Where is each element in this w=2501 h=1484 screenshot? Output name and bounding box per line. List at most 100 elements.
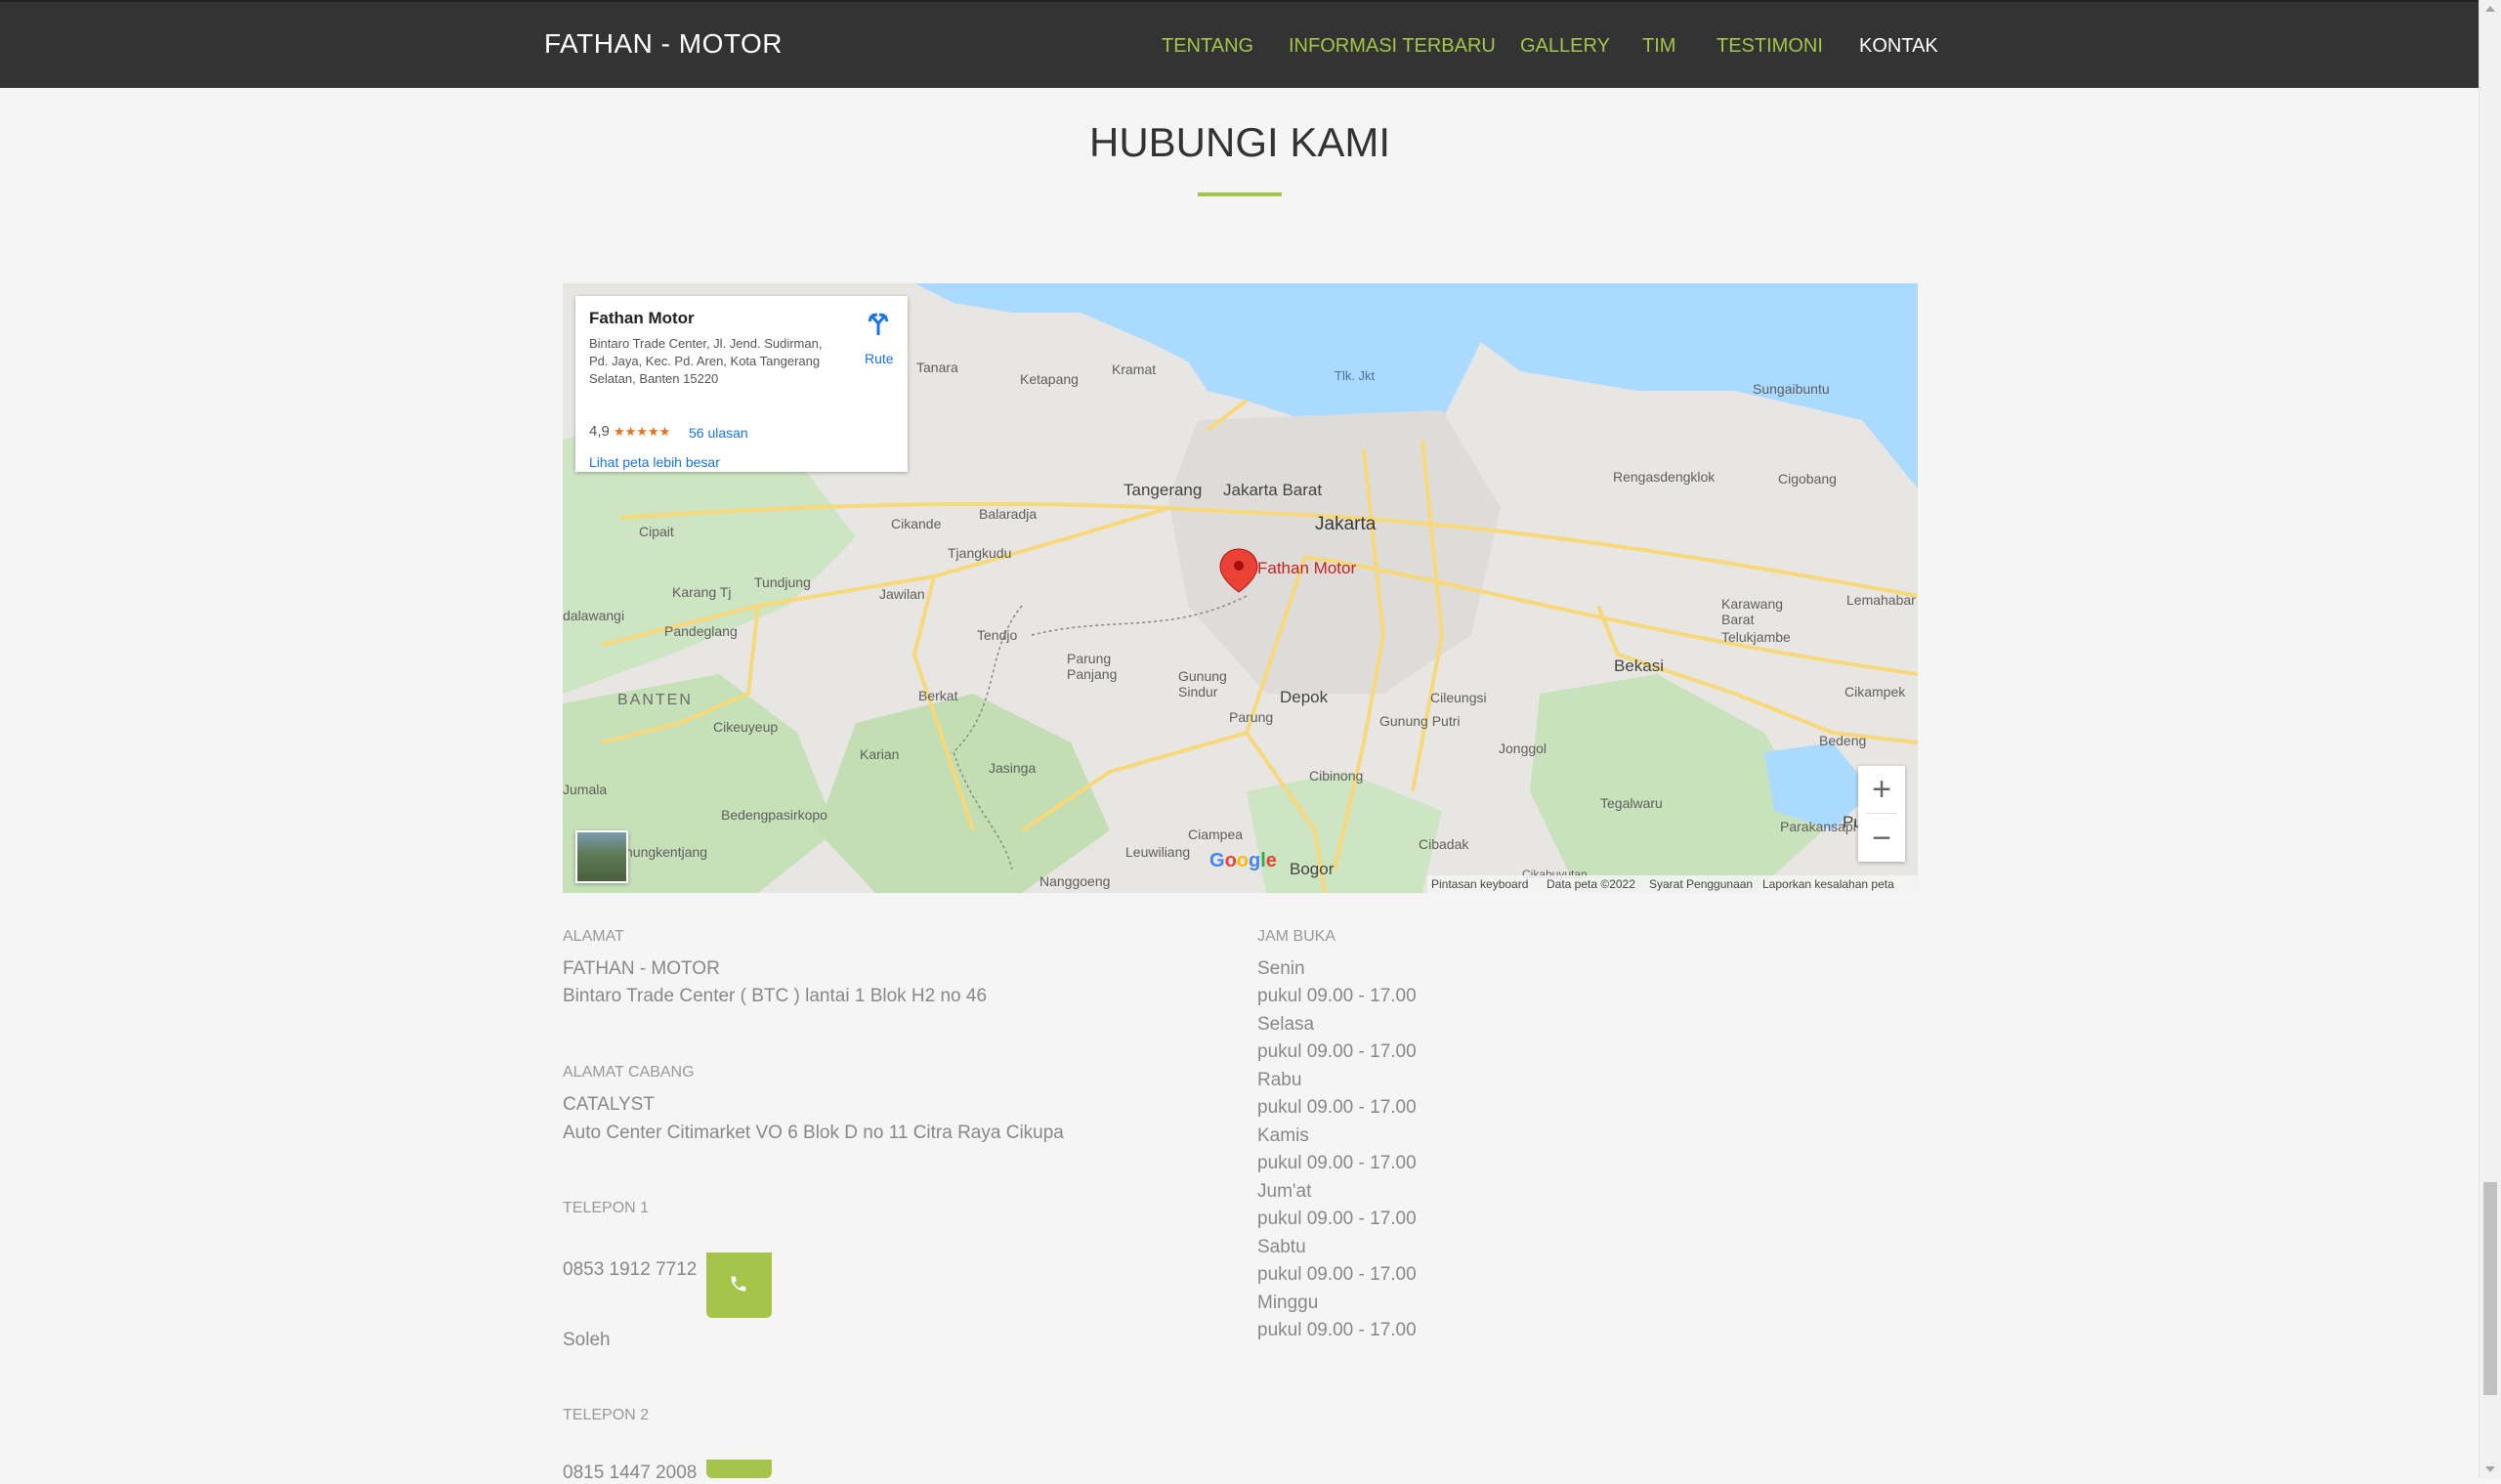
place-address: Bintaro Trade Center, Jl. Jend. Sudirman… [589, 336, 823, 386]
day-name: Selasa [1257, 1014, 1315, 1035]
map-label: Tendjo [977, 627, 1018, 643]
map-label: Cibinong [1309, 768, 1364, 784]
day-name: Minggu [1257, 1293, 1319, 1313]
nav-item-testimoni[interactable]: TESTIMONI [1717, 35, 1823, 58]
map-label: Cikampek [1844, 684, 1906, 700]
address-name: FATHAN - MOTOR [563, 958, 720, 979]
day-name: Rabu [1257, 1070, 1302, 1090]
title-underline [1198, 192, 1282, 196]
zoom-controls: + − [1858, 766, 1905, 862]
nav-item-kontak[interactable]: KONTAK [1859, 35, 1938, 58]
scroll-down-arrow-icon[interactable] [2485, 1466, 2495, 1472]
google-logo: Google [1209, 850, 1277, 871]
map-label: Ciampea [1188, 827, 1244, 842]
phone1-label: TELEPON 1 [563, 1200, 650, 1216]
branch-address-line: Auto Center Citimarket VO 6 Blok D no 11… [563, 1123, 1064, 1143]
nav-item-gallery[interactable]: GALLERY [1520, 35, 1610, 58]
map-label: Tegalwaru [1600, 795, 1663, 811]
phone1-number: 0853 1912 7712 [563, 1259, 698, 1280]
map-label: dalawangi [563, 608, 625, 623]
satellite-toggle-thumbnail[interactable] [575, 830, 628, 883]
zoom-out-button[interactable]: − [1858, 815, 1905, 862]
page-scrollbar[interactable] [2479, 0, 2501, 1478]
map-label: Gunung Sindur [1178, 668, 1227, 700]
branch-address-label: ALAMAT CABANG [563, 1064, 695, 1081]
scroll-up-arrow-icon[interactable] [2485, 6, 2495, 12]
map-label: BANTEN [617, 692, 693, 708]
map-pin-label[interactable]: Fathan Motor [1257, 559, 1356, 578]
view-larger-map-link[interactable]: Lihat peta lebih besar [589, 454, 720, 470]
map-label: Ketapang [1020, 371, 1079, 387]
map-label: Tjangkudu [948, 545, 1012, 561]
map-label: Jawilan [879, 586, 925, 602]
map-label: Bogor [1290, 860, 1335, 878]
map-label: Tlk. Jkt [1335, 368, 1376, 383]
day-name: Jum'at [1257, 1181, 1312, 1202]
directions-link[interactable]: Rute [865, 351, 894, 366]
day-name: Senin [1257, 958, 1305, 979]
phone2-label: TELEPON 2 [563, 1407, 650, 1423]
day-hours: pukul 09.00 - 17.00 [1257, 1041, 1417, 1062]
map-label: Kramat [1112, 361, 1157, 377]
map-attribution: Pintasan keyboard Data peta ©2022 Syarat… [1427, 875, 1918, 893]
map-label: Gunung Putri [1379, 713, 1461, 729]
map-label: Jasinga [989, 760, 1037, 776]
directions-icon[interactable] [866, 310, 891, 335]
map-label: Bedengpasirkopo [721, 807, 827, 823]
rating-value: 4,9 [589, 423, 610, 440]
phone-icon [731, 1276, 746, 1292]
map-label: Tangerang [1123, 481, 1203, 499]
map-label: Balaradja [979, 506, 1038, 522]
map-label: nungkentjang [625, 844, 708, 860]
day-hours: pukul 09.00 - 17.00 [1257, 1097, 1417, 1118]
place-info-card: Fathan Motor Bintaro Trade Center, Jl. J… [575, 296, 908, 472]
map-label: Cipait [639, 524, 674, 539]
map-label: Jumala [563, 782, 608, 797]
day-hours: pukul 09.00 - 17.00 [1257, 1264, 1417, 1285]
map-label: Tundjung [754, 574, 811, 590]
map-label: Lemahabar [1846, 592, 1916, 608]
reviews-link[interactable]: 56 ulasan [689, 425, 748, 441]
place-name: Fathan Motor [589, 309, 695, 327]
map-label: Karang Tj [672, 584, 732, 600]
map-label: Cileungsi [1430, 690, 1487, 705]
call-phone1-button[interactable] [706, 1252, 772, 1318]
map-label: Nanggoeng [1039, 873, 1111, 889]
map-label: Leuwiliang [1125, 844, 1191, 860]
day-hours: pukul 09.00 - 17.00 [1257, 986, 1417, 1006]
map-label: Parung Panjang [1067, 651, 1118, 682]
map-label: Cikeuyeup [713, 719, 779, 735]
zoom-in-button[interactable]: + [1858, 766, 1905, 813]
star-rating-icon: ★★★★★ [614, 424, 671, 439]
google-map[interactable]: Tanara Ketapang Kramat Tlk. Jkt Sungaibu… [563, 283, 1918, 893]
phone1-contact-name: Soleh [563, 1330, 611, 1350]
map-label: Bekasi [1614, 657, 1665, 675]
nav-item-tim[interactable]: TIM [1642, 35, 1675, 58]
terms-link[interactable]: Syarat Penggunaan [1649, 877, 1753, 891]
map-label: Parung [1229, 709, 1274, 725]
day-name: Sabtu [1257, 1237, 1306, 1257]
nav-item-tentang[interactable]: TENTANG [1162, 35, 1253, 58]
nav-item-informasi-terbaru[interactable]: INFORMASI TERBARU [1289, 35, 1496, 58]
place-rating: 4,9 ★★★★★ [589, 423, 670, 440]
map-label: Cigobang [1778, 471, 1837, 487]
zoom-divider [1866, 813, 1897, 814]
map-label: Cikande [891, 516, 942, 531]
address-line: Bintaro Trade Center ( BTC ) lantai 1 Bl… [563, 986, 988, 1006]
day-hours: pukul 09.00 - 17.00 [1257, 1320, 1417, 1340]
map-label: Karawang Barat [1721, 596, 1784, 627]
map-label: Tanara [916, 360, 958, 375]
map-label: Pandeglang [664, 623, 738, 639]
map-label: Karian [860, 746, 900, 762]
report-error-link[interactable]: Laporkan kesalahan peta [1762, 877, 1894, 891]
opening-hours-label: JAM BUKA [1257, 928, 1336, 945]
brand-logo[interactable]: FATHAN - MOTOR [544, 28, 783, 60]
branch-name: CATALYST [563, 1094, 655, 1115]
map-label: Berkat [918, 688, 958, 703]
day-hours: pukul 09.00 - 17.00 [1257, 1208, 1417, 1229]
keyboard-shortcuts-link[interactable]: Pintasan keyboard [1431, 877, 1528, 891]
map-label: Jakarta Barat [1223, 481, 1323, 499]
call-phone2-button[interactable] [706, 1460, 772, 1478]
scroll-thumb[interactable] [2483, 1182, 2497, 1395]
map-label: Depok [1280, 688, 1329, 706]
